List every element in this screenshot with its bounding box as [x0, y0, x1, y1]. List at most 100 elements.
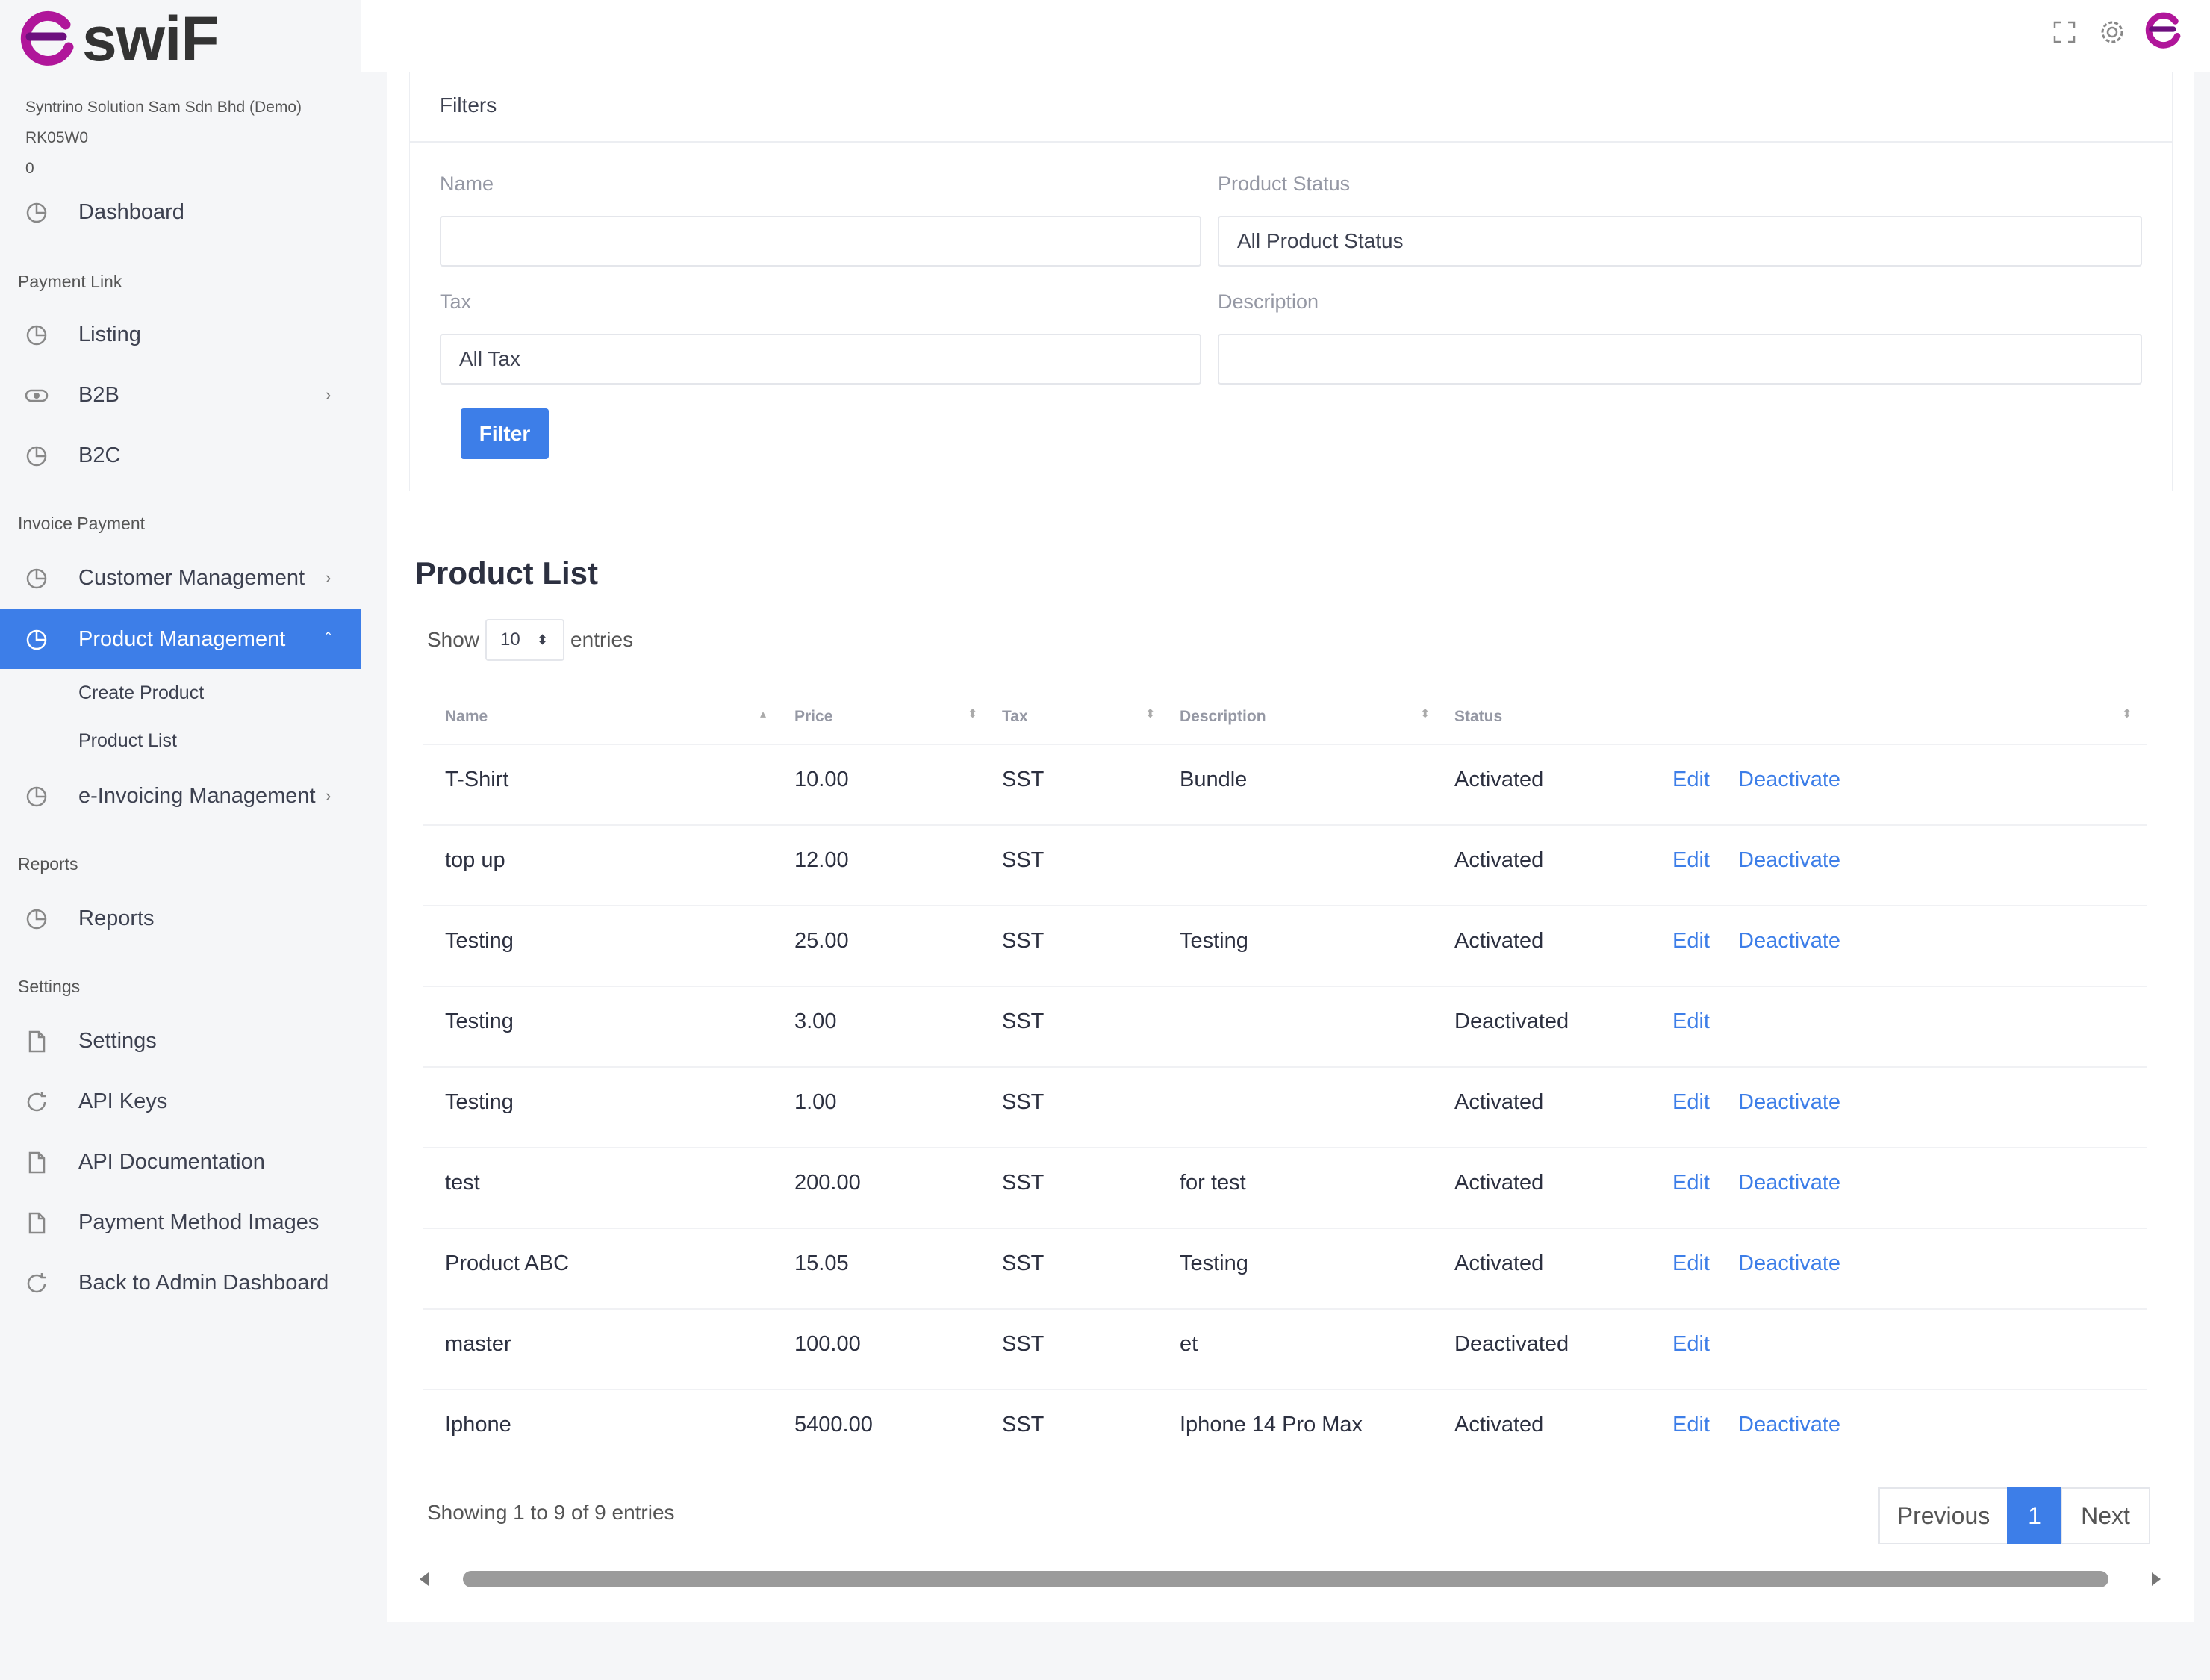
edit-link[interactable]: Edit: [1672, 1009, 1710, 1034]
table-row: Iphone 5400.00 SST Iphone 14 Pro Max Activat…: [423, 1389, 2147, 1469]
sidebar-item-label: Listing: [78, 322, 141, 346]
chevron-right-icon: ›: [326, 786, 332, 805]
cell-description: Bundle: [1180, 768, 1248, 791]
swif-logo-icon[interactable]: [2143, 10, 2183, 51]
cell-status: Activated: [1454, 1090, 1544, 1114]
sidebar-item-product-management[interactable]: Product Management ˆ: [0, 609, 361, 669]
column-header-price[interactable]: Price: [794, 708, 832, 726]
cell-description: Iphone 14 Pro Max: [1180, 1413, 1363, 1437]
column-header-status[interactable]: Status: [1454, 708, 1502, 726]
edit-link[interactable]: Edit: [1672, 1171, 1710, 1195]
entries-label: entries: [570, 628, 634, 651]
sort-icon[interactable]: ⬍: [1420, 706, 1430, 721]
edit-link[interactable]: Edit: [1672, 768, 1710, 792]
sort-icon[interactable]: ⬍: [1145, 706, 1155, 721]
sidebar-item-einvoicing[interactable]: e-Invoicing Management ›: [0, 766, 361, 826]
cell-price: 200.00: [794, 1171, 861, 1195]
pie-chart-icon: [26, 325, 47, 346]
cell-price: 10.00: [794, 768, 849, 791]
column-header-description[interactable]: Description: [1180, 708, 1266, 726]
scroll-right-icon[interactable]: [2149, 1571, 2164, 1587]
edit-link[interactable]: Edit: [1672, 1090, 1710, 1115]
sidebar-item-b2b[interactable]: B2B ›: [0, 365, 361, 425]
edit-link[interactable]: Edit: [1672, 1251, 1710, 1276]
sidebar-subitem-create-product[interactable]: Create Product: [78, 682, 204, 704]
section-payment-link: Payment Link: [18, 272, 122, 291]
refresh-icon: [27, 1092, 46, 1112]
page-length-select[interactable]: 10 ⬍: [485, 619, 565, 661]
cell-tax: SST: [1002, 1171, 1045, 1195]
deactivate-link[interactable]: Deactivate: [1738, 848, 1840, 873]
deactivate-link[interactable]: Deactivate: [1738, 768, 1840, 792]
brand-logo[interactable]: swiF: [16, 4, 220, 74]
sidebar-item-label: Back to Admin Dashboard: [78, 1270, 329, 1295]
page-1-button[interactable]: 1: [2007, 1487, 2062, 1544]
column-header-name[interactable]: Name: [445, 708, 488, 726]
expand-icon[interactable]: [2049, 16, 2080, 48]
edit-link[interactable]: Edit: [1672, 929, 1710, 953]
sidebar-item-listing[interactable]: Listing: [0, 305, 361, 364]
sidebar-item-label: e-Invoicing Management: [78, 783, 316, 808]
sidebar-item-dashboard[interactable]: Dashboard: [0, 182, 361, 242]
cell-price: 15.05: [794, 1251, 849, 1275]
previous-page-button[interactable]: Previous: [1878, 1487, 2008, 1544]
sidebar-item-label: Payment Method Images: [78, 1210, 320, 1234]
brand-name: swiF: [82, 4, 220, 74]
deactivate-link[interactable]: Deactivate: [1738, 929, 1840, 953]
edit-link[interactable]: Edit: [1672, 848, 1710, 873]
deactivate-link[interactable]: Deactivate: [1738, 1171, 1840, 1195]
show-label: Show: [427, 628, 480, 651]
sidebar-item-payment-method-images[interactable]: Payment Method Images: [0, 1192, 361, 1252]
tax-select[interactable]: All Tax: [440, 334, 1201, 385]
sort-icon[interactable]: ⬍: [968, 706, 977, 721]
cell-name: Testing: [445, 1009, 514, 1033]
cell-tax: SST: [1002, 1413, 1045, 1437]
table-row: Product ABC 15.05 SST Testing Activated Edit D…: [423, 1228, 2147, 1308]
table-row: T-Shirt 10.00 SST Bundle Activated Edit Deacti…: [423, 744, 2147, 824]
cell-name: Iphone: [445, 1413, 511, 1437]
scroll-left-icon[interactable]: [417, 1571, 432, 1587]
cell-status: Activated: [1454, 1413, 1544, 1437]
edit-link[interactable]: Edit: [1672, 1332, 1710, 1357]
sidebar-item-customer-management[interactable]: Customer Management ›: [0, 548, 361, 608]
gear-icon[interactable]: [2097, 16, 2128, 48]
page-length-value: 10: [500, 629, 520, 650]
cell-status: Deactivated: [1454, 1009, 1569, 1033]
description-input[interactable]: [1218, 334, 2142, 385]
cell-status: Activated: [1454, 1251, 1544, 1275]
product-status-label: Product Status: [1218, 172, 1351, 195]
sidebar-item-reports[interactable]: Reports: [0, 889, 361, 948]
deactivate-link[interactable]: Deactivate: [1738, 1090, 1840, 1115]
sidebar-item-api-keys[interactable]: API Keys: [0, 1071, 361, 1131]
product-status-select[interactable]: All Product Status: [1218, 216, 2142, 267]
sort-icon[interactable]: ⬍: [2122, 706, 2132, 721]
column-header-tax[interactable]: Tax: [1002, 708, 1028, 726]
sidebar-item-label: B2B: [78, 382, 119, 407]
name-input[interactable]: [440, 216, 1201, 267]
deactivate-link[interactable]: Deactivate: [1738, 1251, 1840, 1276]
sidebar-item-label: Product Management: [78, 626, 286, 651]
name-label: Name: [440, 172, 494, 195]
tax-value: All Tax: [459, 347, 520, 370]
table-row: Testing 1.00 SST Activated Edit Deactivate: [423, 1066, 2147, 1147]
cell-price: 5400.00: [794, 1413, 873, 1437]
scrollbar-thumb[interactable]: [463, 1571, 2108, 1587]
sidebar-item-b2c[interactable]: B2C: [0, 426, 361, 485]
swif-logo-icon: [20, 10, 74, 66]
sidebar-item-settings[interactable]: Settings: [0, 1011, 361, 1071]
cell-price: 25.00: [794, 929, 849, 953]
cell-tax: SST: [1002, 768, 1045, 791]
sidebar-item-api-documentation[interactable]: API Documentation: [0, 1132, 361, 1192]
next-page-button[interactable]: Next: [2061, 1487, 2150, 1544]
tax-label: Tax: [440, 290, 472, 313]
filter-button[interactable]: Filter: [461, 408, 549, 459]
deactivate-link[interactable]: Deactivate: [1738, 1413, 1840, 1437]
cell-name: master: [445, 1332, 511, 1356]
cell-status: Activated: [1454, 848, 1544, 872]
chevron-right-icon: ›: [326, 385, 332, 404]
horizontal-scrollbar[interactable]: [417, 1565, 2164, 1592]
sort-asc-icon[interactable]: ▴: [760, 706, 766, 721]
sidebar-item-back-to-admin[interactable]: Back to Admin Dashboard: [0, 1253, 361, 1313]
edit-link[interactable]: Edit: [1672, 1413, 1710, 1437]
sidebar-subitem-product-list[interactable]: Product List: [78, 730, 177, 752]
